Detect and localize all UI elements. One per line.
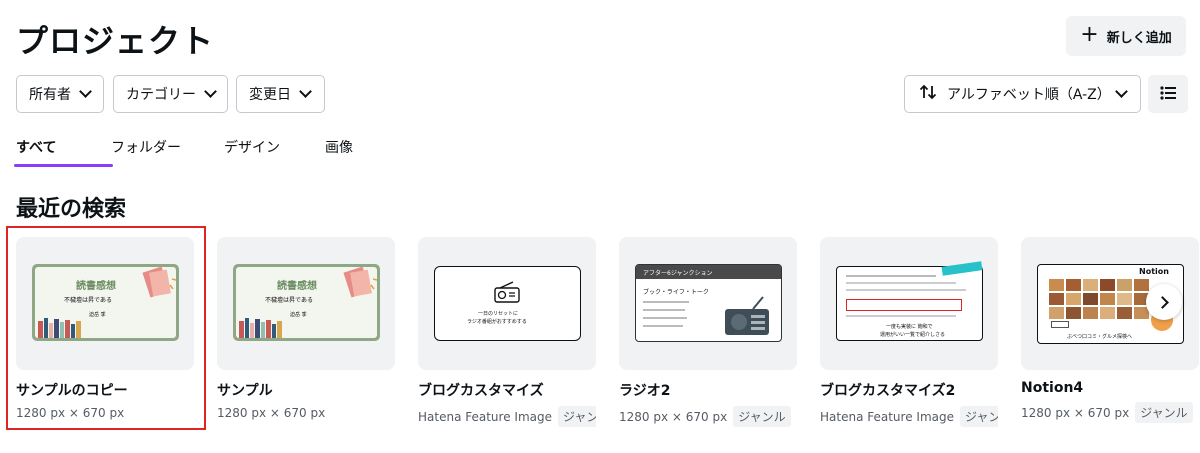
genre-badge: ジャンル <box>557 406 596 427</box>
sort-arrows-icon <box>919 84 937 104</box>
notebook-illustration <box>343 266 377 298</box>
sort-label: アルファベット順（A-Z） <box>947 87 1111 103</box>
page-title: プロジェクト <box>16 22 215 60</box>
genre-badge: ジャンル <box>733 406 791 427</box>
tab-all[interactable]: すべて <box>14 137 113 167</box>
thumb-author: 迫岳 季 <box>290 312 307 318</box>
radio-illustration <box>725 296 769 335</box>
thumb-subtitle: 不穢壇は昇である <box>265 297 313 304</box>
chevron-down-icon <box>1115 85 1128 98</box>
design-title[interactable]: Notion4 <box>1021 380 1199 396</box>
design-meta: 1280 px × 670 px ジャンル <box>1021 402 1199 423</box>
owner-filter-label: 所有者 <box>29 87 71 103</box>
add-new-button[interactable]: + 新しく追加 <box>1066 16 1186 56</box>
thumb-subtitle: ブック・ライフ・トーク <box>643 289 709 296</box>
design-card-blog-customize2[interactable]: 一度も実装に 飽和で 運用がいい一覧で紹介しさる ブログカスタマイズ2 Hate… <box>820 237 998 427</box>
recent-searches-heading: 最近の検索 <box>16 197 127 222</box>
design-thumbnail[interactable]: 一日のリセットに ラジオ番組がおすすめする <box>418 237 596 370</box>
thumb-line2: 運用がいい一覧で紹介しさる <box>880 332 946 338</box>
list-view-toggle[interactable] <box>1148 75 1188 113</box>
design-card-sample-copy[interactable]: 読書感想 不穢壇は昇である 迫岳 季 サンプルのコピー 1280 px × 67… <box>16 237 194 420</box>
design-card-sample[interactable]: 読書感想 不穢壇は昇である 迫岳 季 サンプル 1280 px × 670 px <box>217 237 395 420</box>
design-meta: 1280 px × 670 px <box>16 406 125 420</box>
books-illustration <box>239 318 282 338</box>
thumb-line1: 一度も実装に 飽和で <box>886 324 933 330</box>
chevron-down-icon <box>299 85 312 98</box>
genre-badge: ジャンル <box>1135 402 1193 423</box>
tab-images[interactable]: 画像 <box>325 137 375 167</box>
design-title[interactable]: サンプル <box>217 380 395 400</box>
thumb-heading: 読書感想 <box>277 281 317 292</box>
design-title[interactable]: ラジオ2 <box>619 380 797 400</box>
tab-designs[interactable]: デザイン <box>224 137 325 167</box>
chevron-down-icon <box>204 85 217 98</box>
design-thumbnail[interactable]: 読書感想 不穢壇は昇である 迫岳 季 <box>217 237 395 370</box>
radio-icon <box>494 281 520 303</box>
thumb-subtitle: 不穢壇は昇である <box>64 297 112 304</box>
design-card-radio2[interactable]: アフター6ジャンクション ブック・ライフ・トーク ラジオ2 1280 px × … <box>619 237 797 427</box>
thumb-line2: ラジオ番組がおすすめする <box>467 319 527 325</box>
carousel-next-button[interactable] <box>1146 284 1182 320</box>
category-filter-label: カテゴリー <box>126 87 196 103</box>
owner-filter-dropdown[interactable]: 所有者 <box>16 75 104 113</box>
sort-dropdown[interactable]: アルファベット順（A-Z） <box>904 75 1141 113</box>
design-title[interactable]: ブログカスタマイズ2 <box>820 380 998 400</box>
design-meta: 1280 px × 670 px <box>217 406 326 420</box>
design-meta: 1280 px × 670 px ジャンル <box>619 406 797 427</box>
genre-badge: ジャンル <box>959 406 998 427</box>
thumb-line1: 一日のリセットに <box>478 311 519 317</box>
design-meta: Hatena Feature Imageジャンル <box>418 406 596 427</box>
tab-folders[interactable]: フォルダー <box>111 137 224 167</box>
books-illustration <box>38 318 81 338</box>
design-meta: Hatena Feature Imageジャンル <box>820 406 998 427</box>
design-card-blog-customize[interactable]: 一日のリセットに ラジオ番組がおすすめする ブログカスタマイズ Hatena F… <box>418 237 596 427</box>
content-tabs: すべて フォルダー デザイン 画像 <box>14 137 375 167</box>
list-view-icon <box>1160 85 1176 104</box>
thumb-author: 迫岳 季 <box>89 312 106 318</box>
plus-icon: + <box>1080 22 1099 47</box>
add-new-label: 新しく追加 <box>1106 30 1172 46</box>
design-thumbnail[interactable]: アフター6ジャンクション ブック・ライフ・トーク <box>619 237 797 370</box>
design-thumbnail[interactable]: 読書感想 不穢壇は昇である 迫岳 季 <box>16 237 194 370</box>
chevron-right-icon <box>1155 295 1169 309</box>
category-filter-dropdown[interactable]: カテゴリー <box>113 75 228 113</box>
chevron-down-icon <box>79 85 92 98</box>
design-card-notion4[interactable]: Notion ぶべつ口コミ・グルメ探検へ Notion4 1280 px × 6… <box>1021 237 1199 423</box>
modified-date-filter-dropdown[interactable]: 変更日 <box>236 75 325 113</box>
notion-logo-text: Notion <box>1139 267 1169 276</box>
thumb-heading: 読書感想 <box>76 281 116 292</box>
design-title[interactable]: ブログカスタマイズ <box>418 380 596 400</box>
thumb-caption: ぶべつ口コミ・グルメ探検へ <box>1067 334 1133 340</box>
thumb-header: アフター6ジャンクション <box>643 270 713 277</box>
modified-date-filter-label: 変更日 <box>249 87 291 103</box>
design-thumbnail[interactable]: 一度も実装に 飽和で 運用がいい一覧で紹介しさる <box>820 237 998 370</box>
design-title[interactable]: サンプルのコピー <box>16 380 194 400</box>
notebook-illustration <box>142 266 176 298</box>
